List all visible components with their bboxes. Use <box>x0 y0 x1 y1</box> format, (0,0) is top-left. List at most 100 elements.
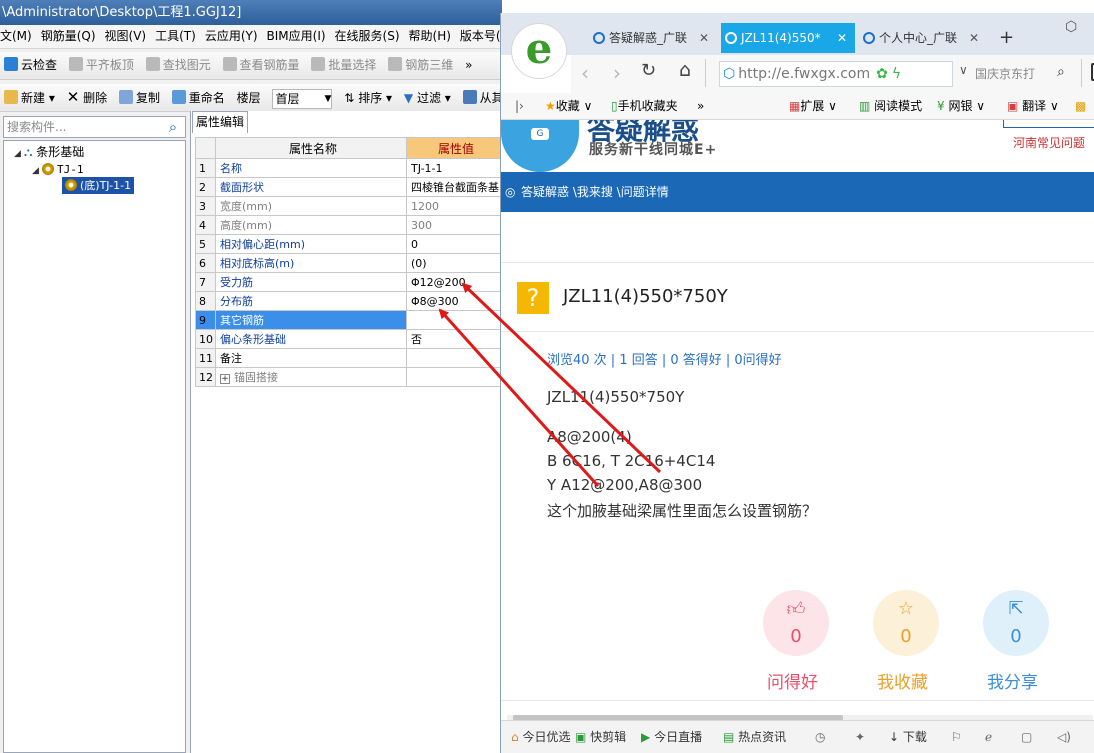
tab-question-active[interactable]: JZL11(4)550* ✕ <box>721 23 855 53</box>
translate-button[interactable]: ▣ 翻译 ∨ <box>1007 93 1059 119</box>
table-row[interactable]: 5 相对偏心距(mm) 0 <box>195 234 502 254</box>
back-icon[interactable]: ‹ <box>581 61 589 85</box>
toolbar-more-button[interactable]: » <box>465 52 472 79</box>
app-icon[interactable]: ▩ <box>1075 93 1086 119</box>
property-value[interactable]: 四棱锥台截面条基 <box>406 177 502 197</box>
browser-logo-icon[interactable]: e <box>511 23 567 79</box>
filter-button[interactable]: ▼ 过滤 ▾ <box>404 85 451 112</box>
ie-icon[interactable]: ℯ <box>985 723 992 752</box>
sidebar-toggle-icon[interactable]: |› <box>515 93 524 119</box>
site-search-box[interactable] <box>1003 120 1094 128</box>
menu-item-version[interactable]: 版本号(B <box>460 29 502 43</box>
new-button[interactable]: 新建 ▾ <box>4 85 55 112</box>
tree-node-strip-foundation[interactable]: ◢ ⛬ 条形基础 <box>14 144 84 162</box>
today-picks-button[interactable]: ⌂ 今日优选 <box>511 723 570 752</box>
collapse-icon[interactable]: ◢ <box>14 146 24 162</box>
table-row[interactable]: 6 相对底标高(m) (0) <box>195 253 502 273</box>
table-row[interactable]: 11 备注 <box>195 348 502 368</box>
sort-button[interactable]: ⇅ 排序 ▾ <box>344 85 392 112</box>
table-row[interactable]: 10 偏心条形基础否 <box>195 329 502 349</box>
tab-user-center[interactable]: 个人中心_广联 ✕ <box>859 23 987 53</box>
table-row[interactable]: 8 分布筋 Φ8@300 <box>195 291 502 311</box>
menu-item-rebar-qty[interactable]: 钢筋量(Q) <box>41 29 96 43</box>
component-search-input[interactable]: 搜索构件... <box>3 116 186 138</box>
new-tab-button[interactable]: + <box>999 23 1019 53</box>
property-value[interactable]: 300 <box>406 215 502 235</box>
menu-item-file[interactable]: 文(M) <box>0 29 32 43</box>
reading-mode-button[interactable]: ▥ 阅读模式 <box>859 93 922 119</box>
download-button[interactable]: ↓ 下载 <box>889 723 927 752</box>
address-bar[interactable]: ⬡ http://e.fwxgx.com ✿ ϟ <box>719 61 953 87</box>
property-value[interactable]: 否 <box>406 329 502 349</box>
search-engine-input[interactable]: 国庆京东打 <box>955 63 1055 85</box>
share-button[interactable]: ⇱ 0 <box>983 590 1049 656</box>
expand-plus-icon[interactable]: + <box>220 374 230 384</box>
property-value[interactable]: (0) <box>406 253 502 273</box>
rename-button[interactable]: 重命名 <box>171 85 225 112</box>
close-icon[interactable]: ✕ <box>969 23 979 53</box>
property-value[interactable]: 1200 <box>406 196 502 216</box>
window-icon[interactable]: ▢ <box>1021 723 1032 752</box>
copy-from-other-button[interactable]: 从其 <box>462 85 502 112</box>
table-row[interactable]: 4 高度(mm) 300 <box>195 215 502 235</box>
regional-faq-link[interactable]: 河南常见问题 <box>1013 134 1085 151</box>
table-row[interactable]: 7 受力筋 Φ12@200 <box>195 272 502 292</box>
row-number: 4 <box>195 215 216 235</box>
align-slab-button[interactable]: 平齐板顶 <box>68 52 134 79</box>
online-banking-button[interactable]: ¥ 网银 ∨ <box>937 93 985 119</box>
close-icon[interactable]: ✕ <box>837 23 847 53</box>
history-icon[interactable]: ◷ <box>815 723 825 752</box>
property-value[interactable] <box>406 348 502 368</box>
search-icon[interactable]: ⌕ <box>1057 64 1065 80</box>
rebar-3d-button[interactable]: 钢筋三维 <box>388 52 453 79</box>
menu-item-cloud[interactable]: 云应用(Y) <box>205 29 258 43</box>
copy-button[interactable]: 复制 <box>118 85 160 112</box>
flag-icon[interactable]: ⚐ <box>951 723 962 752</box>
shirt-skin-icon[interactable]: ⬡ <box>1065 19 1077 35</box>
property-value[interactable] <box>406 367 502 387</box>
home-icon[interactable]: ⌂ <box>679 59 691 81</box>
batch-select-button[interactable]: 批量选择 <box>311 52 376 79</box>
collapse-icon[interactable]: ◢ <box>32 163 42 179</box>
menu-item-online[interactable]: 在线服务(S) <box>335 29 400 43</box>
quick-clip-button[interactable]: ▣ 快剪辑 <box>575 723 626 752</box>
bookmark-favorites[interactable]: ★收藏 ∨ <box>545 93 592 119</box>
refresh-icon[interactable]: ↻ <box>641 60 656 81</box>
favorite-button[interactable]: ☆ 0 <box>873 590 939 656</box>
property-value[interactable]: Φ12@200 <box>406 272 502 292</box>
tab-property-edit[interactable]: 属性编辑 <box>192 111 248 133</box>
secure-icon: ⬡ <box>723 66 736 82</box>
close-icon[interactable]: ✕ <box>699 23 709 53</box>
extensions-button[interactable]: ▦扩展 ∨ <box>789 93 837 119</box>
search-icon[interactable]: ⌕ <box>163 117 183 137</box>
forward-icon[interactable]: › <box>613 61 621 85</box>
property-value[interactable]: 0 <box>406 234 502 254</box>
table-row[interactable]: 12 + 锚固搭接 <box>195 367 502 387</box>
cloud-check-button[interactable]: 云检查 <box>4 52 57 79</box>
like-question-button[interactable]: 👍︎ 0 <box>763 590 829 656</box>
table-row[interactable]: 2 截面形状 四棱锥台截面条基 <box>195 177 502 197</box>
property-value[interactable]: TJ-1-1 <box>406 158 502 178</box>
hot-news-button[interactable]: ▤ 热点资讯 <box>723 723 786 752</box>
bookmark-more[interactable]: » <box>697 93 704 119</box>
property-value[interactable]: Φ8@300 <box>406 291 502 311</box>
tree-node-tj1-1-selected[interactable]: (底)TJ-1-1 <box>62 177 135 194</box>
find-element-button[interactable]: 查找图元 <box>145 52 211 79</box>
view-rebar-qty-button[interactable]: 查看钢筋量 <box>222 52 300 79</box>
property-name: 名称 <box>215 158 407 178</box>
tab-answers[interactable]: 答疑解惑_广联 ✕ <box>589 23 717 53</box>
table-row[interactable]: 3 宽度(mm) 1200 <box>195 196 502 216</box>
menu-item-tools[interactable]: 工具(T) <box>155 29 196 43</box>
speaker-icon[interactable]: ◁) <box>1057 723 1071 752</box>
live-button[interactable]: ▶ 今日直播 <box>641 723 702 752</box>
pin-icon[interactable]: ✦ <box>855 723 865 752</box>
floor-select[interactable]: 首层 ▼ <box>272 88 333 109</box>
table-row-selected[interactable]: 9 其它钢筋 <box>195 310 502 330</box>
menu-item-help[interactable]: 帮助(H) <box>409 29 451 43</box>
bookmark-mobile-favorites[interactable]: ▯手机收藏夹 <box>611 93 678 119</box>
property-value[interactable] <box>406 310 502 330</box>
menu-item-bim[interactable]: BIM应用(I) <box>267 29 326 43</box>
delete-button[interactable]: ✕ 删除 <box>67 84 107 112</box>
table-row[interactable]: 1 名称 TJ-1-1 <box>195 158 502 178</box>
menu-item-view[interactable]: 视图(V) <box>105 29 147 43</box>
